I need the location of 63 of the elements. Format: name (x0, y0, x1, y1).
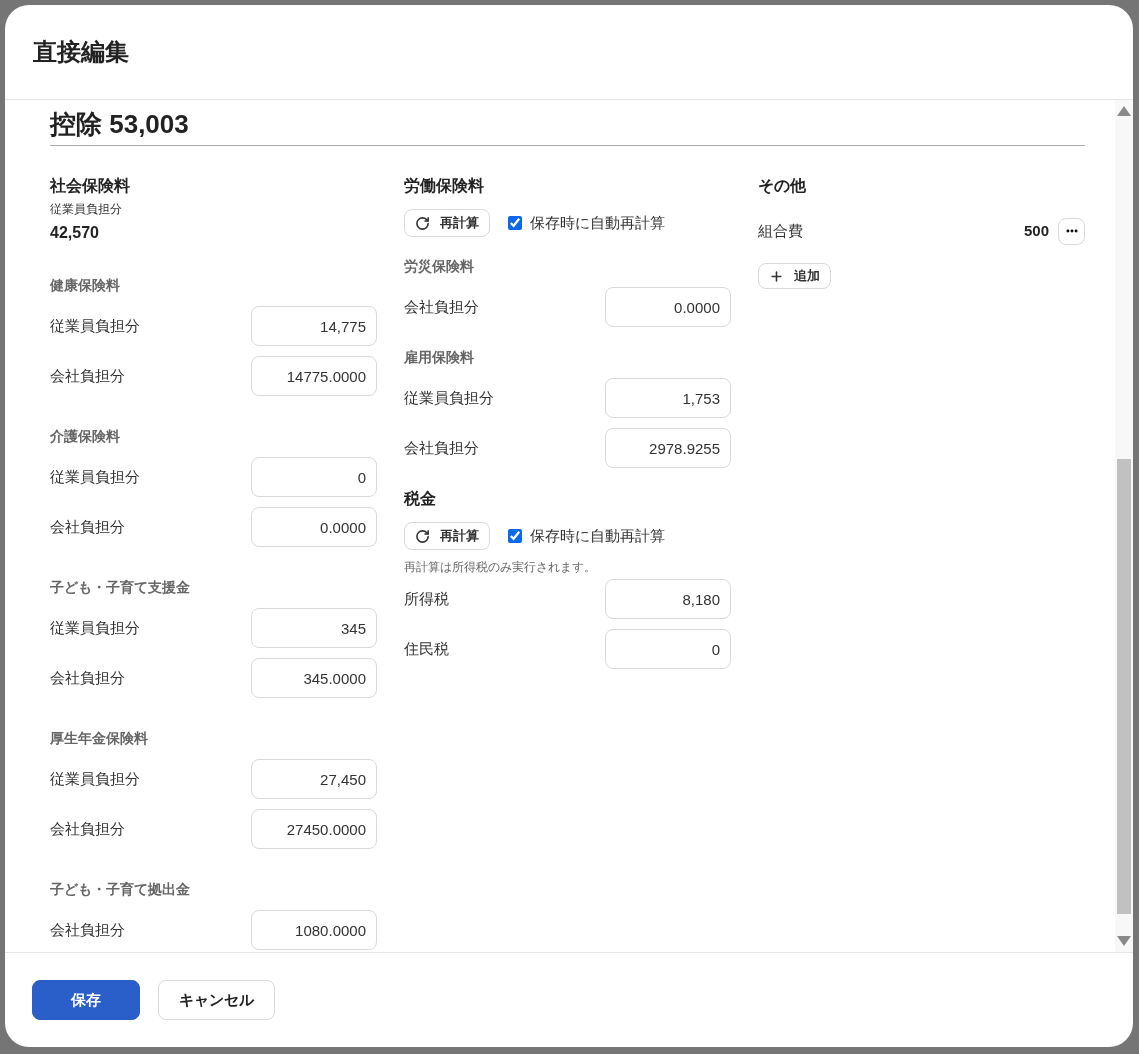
checkbox-label: 保存時に自動再計算 (530, 212, 665, 233)
input-field[interactable]: 1080.0000 (251, 910, 377, 950)
field-label: 会社負担分 (404, 437, 479, 458)
section-title: 税金 (404, 489, 437, 509)
field-label: 従業員負担分 (404, 387, 494, 408)
group-title: 子ども・子育て拠出金 (50, 880, 191, 899)
section-title: その他 (758, 176, 807, 196)
cancel-button[interactable]: キャンセル (158, 980, 275, 1020)
input-field[interactable]: 0.0000 (251, 507, 377, 547)
field-label: 従業員負担分 (50, 466, 140, 487)
input-field[interactable]: 0.0000 (605, 287, 731, 327)
field-label: 会社負担分 (50, 516, 125, 537)
input-field[interactable]: 14,775 (251, 306, 377, 346)
item-label: 組合費 (758, 220, 804, 241)
field-label: 会社負担分 (404, 296, 479, 317)
field-label: 従業員負担分 (50, 315, 140, 336)
field-label: 従業員負担分 (50, 617, 140, 638)
note-text: 再計算は所得税のみ実行されます。 (404, 559, 597, 576)
field-label: 会社負担分 (50, 667, 125, 688)
input-field[interactable]: 27,450 (251, 759, 377, 799)
scroll-up-icon[interactable] (1117, 106, 1131, 116)
summary-label: 従業員負担分 (50, 201, 123, 218)
scroll-down-icon[interactable] (1117, 936, 1131, 946)
scroll-thumb[interactable] (1117, 459, 1131, 914)
add-button[interactable]: 追加 (758, 263, 831, 289)
field-label: 会社負担分 (50, 818, 125, 839)
input-field[interactable]: 1,753 (605, 378, 731, 418)
group-title: 介護保険料 (50, 427, 121, 446)
input-field[interactable]: 345.0000 (251, 658, 377, 698)
section-title: 社会保険料 (50, 176, 131, 196)
field-label: 会社負担分 (50, 919, 125, 940)
checkbox-label: 保存時に自動再計算 (530, 525, 665, 546)
more-button[interactable] (1058, 217, 1085, 245)
refresh-icon (415, 528, 430, 544)
summary-value: 42,570 (50, 223, 100, 243)
field-label: 所得税 (404, 588, 449, 609)
group-title: 労災保険料 (404, 257, 475, 276)
section-title: 労働保険料 (404, 176, 485, 196)
scrollbar[interactable] (1115, 100, 1133, 952)
input-field[interactable]: 14775.0000 (251, 356, 377, 396)
checkbox[interactable] (508, 529, 522, 543)
field-label: 会社負担分 (50, 365, 125, 386)
recalculate-button[interactable]: 再計算 (404, 209, 490, 237)
field-label: 住民税 (404, 638, 449, 659)
save-button[interactable]: 保存 (32, 980, 140, 1020)
group-title: 健康保険料 (50, 276, 121, 295)
input-field[interactable]: 0 (605, 629, 731, 669)
group-title: 子ども・子育て支援金 (50, 578, 191, 597)
input-field[interactable]: 8,180 (605, 579, 731, 619)
deduction-heading: 控除 53,003 (50, 109, 189, 139)
group-title: 雇用保険料 (404, 348, 475, 367)
plus-icon (769, 268, 784, 284)
recalculate-button[interactable]: 再計算 (404, 522, 490, 550)
checkbox[interactable] (508, 216, 522, 230)
input-field[interactable]: 2978.9255 (605, 428, 731, 468)
input-field[interactable]: 345 (251, 608, 377, 648)
input-field[interactable]: 27450.0000 (251, 809, 377, 849)
input-field[interactable]: 0 (251, 457, 377, 497)
item-value: 500 (1023, 220, 1049, 241)
refresh-icon (415, 215, 430, 231)
dialog-title: 直接編集 (33, 37, 129, 67)
group-title: 厚生年金保険料 (50, 729, 149, 748)
field-label: 従業員負担分 (50, 768, 140, 789)
